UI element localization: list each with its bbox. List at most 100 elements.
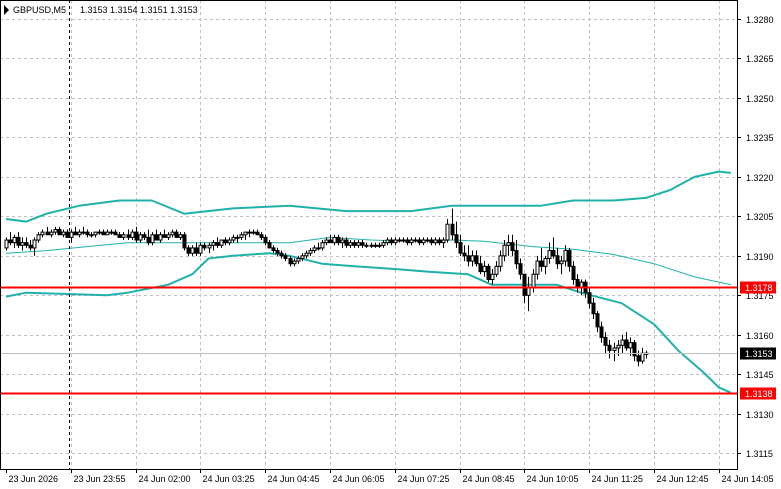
- candle-body-up: [69, 231, 74, 238]
- candle-body-down: [117, 234, 122, 238]
- candle-body-up: [251, 231, 256, 234]
- candle-body-down: [429, 239, 434, 244]
- candle-body-down: [113, 231, 118, 236]
- candle-body-up: [616, 344, 621, 349]
- candle-body-down: [595, 313, 600, 328]
- candle-body-down: [288, 257, 293, 265]
- candle-body-down: [514, 250, 519, 265]
- candle-body-down: [603, 336, 608, 346]
- candle-body-down: [194, 247, 199, 254]
- candle-body-down: [28, 244, 33, 249]
- candle-body-up: [612, 347, 617, 352]
- candle-body-up: [482, 265, 487, 273]
- candle-body-up: [49, 231, 54, 236]
- candle-body-up: [198, 244, 203, 254]
- candle-body-down: [186, 247, 191, 254]
- candle-body-down: [267, 242, 272, 249]
- candle-body-down: [352, 242, 357, 246]
- candle-body-down: [328, 239, 333, 244]
- candle-body-up: [300, 255, 305, 259]
- candle-body-up: [494, 265, 499, 275]
- candle-body-up: [247, 231, 252, 234]
- candle-body-up: [373, 244, 378, 247]
- candle-body-up: [304, 252, 309, 257]
- candle-body-up: [316, 247, 321, 250]
- candle-body-up: [502, 244, 507, 257]
- chart-header: GBPUSD,M5 1.3153 1.3154 1.3151 1.3153: [4, 5, 198, 15]
- candle-body-down: [510, 242, 515, 252]
- candle-body-up: [235, 236, 240, 239]
- candle-body-up: [292, 260, 297, 265]
- candle-body-down: [85, 231, 90, 236]
- candle-body-down: [587, 292, 592, 304]
- candle-body-down: [522, 273, 527, 296]
- candle-body-up: [32, 239, 37, 249]
- candle-body-up: [526, 286, 531, 296]
- candle-body-up: [12, 236, 17, 244]
- candle-body-up: [506, 242, 511, 246]
- y-tick-label: 1.3235: [746, 133, 774, 143]
- candle-body-down: [101, 231, 106, 236]
- candle-body-up: [308, 250, 313, 254]
- candle-body-down: [263, 236, 268, 244]
- candle-body-up: [445, 223, 450, 241]
- candle-body-down: [458, 242, 463, 254]
- candle-body-up: [498, 255, 503, 267]
- candle-body-up: [409, 239, 414, 244]
- candle-body-up: [324, 239, 329, 244]
- candle-body-down: [134, 231, 139, 241]
- candle-body-up: [138, 234, 143, 241]
- candle-body-down: [462, 252, 467, 257]
- candle-body-down: [405, 239, 410, 244]
- candle-body-up: [397, 239, 402, 242]
- candle-body-up: [640, 352, 645, 362]
- candle-body-down: [24, 242, 29, 246]
- candle-body-up: [356, 242, 361, 246]
- candle-body-down: [223, 239, 228, 244]
- candle-body-up: [369, 244, 374, 247]
- candle-body-down: [551, 250, 556, 257]
- candle-body-up: [559, 260, 564, 265]
- candle-body-down: [486, 265, 491, 281]
- candle-body-down: [174, 231, 179, 238]
- candle-body-up: [340, 239, 345, 244]
- candle-body-up: [231, 236, 236, 241]
- candle-body-down: [271, 247, 276, 252]
- candle-body-up: [628, 342, 633, 349]
- candle-body-up: [61, 231, 66, 236]
- candle-body-down: [575, 279, 580, 288]
- candle-body-down: [259, 234, 264, 238]
- y-tick-label: 1.3205: [746, 212, 774, 222]
- y-tick-label: 1.3220: [746, 173, 774, 183]
- candle-body-down: [389, 239, 394, 244]
- candle-body-down: [555, 255, 560, 265]
- candle-body-up: [531, 273, 536, 288]
- candle-body-up: [296, 257, 301, 262]
- candle-body-down: [279, 252, 284, 257]
- x-tick-label: 24 Jun 08:45: [463, 474, 515, 484]
- candle-body-up: [239, 234, 244, 238]
- candle-body-up: [81, 231, 86, 234]
- candle-body-up: [166, 234, 171, 238]
- price-chart[interactable]: 1.3280 1.3265 1.3250 1.3235 1.3220 1.3205 1.31…: [0, 0, 781, 489]
- y-tick-label: 1.3250: [746, 94, 774, 104]
- candle-body-up: [243, 231, 248, 236]
- candle-body-up: [543, 257, 548, 267]
- candle: [182, 232, 187, 251]
- candle-body-down: [466, 255, 471, 262]
- candle-body-down: [65, 231, 70, 238]
- candle-body-up: [93, 231, 98, 236]
- candle-body-up: [490, 273, 495, 281]
- candle-body-down: [607, 344, 612, 352]
- candle-body-up: [36, 234, 41, 241]
- candle-body-up: [425, 239, 430, 242]
- candle-body-up: [190, 247, 195, 254]
- candle-body-down: [146, 236, 151, 244]
- x-tick-label: 24 Jun 02:00: [139, 474, 191, 484]
- chart-background: [0, 0, 781, 489]
- x-tick-label: 24 Jun 03:25: [203, 474, 255, 484]
- x-tick-label: 24 Jun 06:05: [333, 474, 385, 484]
- x-tick-label: 24 Jun 07:25: [398, 474, 450, 484]
- x-tick-label: 23 Jun 2026: [9, 474, 59, 484]
- candle-body-up: [377, 244, 382, 247]
